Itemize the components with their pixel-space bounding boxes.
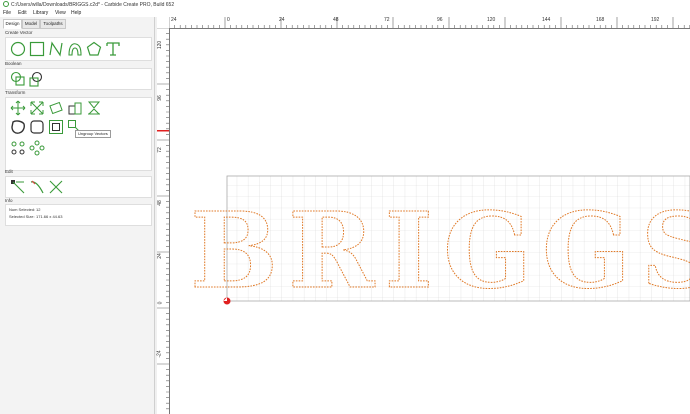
selected-size-value: 171.66 x 44.63 [36, 214, 63, 219]
ruler-y-label: 0 [157, 301, 164, 305]
move-tool-icon[interactable] [10, 100, 26, 116]
ruler-x-label: 192 [651, 17, 660, 23]
ruler-x-label: 24 [171, 17, 177, 23]
fillet-tool-icon[interactable] [29, 119, 45, 135]
menu-bar: File Edit Library View Help [0, 9, 690, 17]
ruler-y-label: 120 [157, 40, 164, 50]
trim-vectors-icon[interactable] [29, 179, 45, 195]
ruler-x-label: 0 [227, 17, 230, 23]
rotate-tool-icon[interactable] [48, 100, 64, 116]
edit-nodes-icon[interactable] [10, 179, 26, 195]
boolean-heading: Boolean [5, 61, 22, 66]
num-selected-value: 12 [36, 207, 41, 212]
ruler-x-label: 72 [384, 17, 390, 23]
ruler-x-label: 144 [542, 17, 551, 23]
ruler-y-label: 72 [156, 147, 163, 153]
num-selected-label: Num Selected: [9, 207, 36, 212]
offset-tool-icon[interactable] [10, 119, 26, 135]
info-panel: Num Selected: 12 Selected Size: 171.66 x… [5, 204, 152, 226]
align-tool-icon[interactable] [67, 100, 83, 116]
ruler-x-label: 120 [487, 17, 496, 23]
ruler-x-label: 48 [333, 17, 339, 23]
ruler-x-label: 168 [596, 17, 605, 23]
vector-text-outline[interactable]: BRIGGS [190, 189, 690, 313]
workspace: 24 0 24 48 72 96 120 144 168 192 120 96 … [157, 17, 690, 414]
app-icon [3, 1, 9, 7]
ruler-y-label: 24 [156, 253, 163, 259]
rectangle-tool-icon[interactable] [29, 41, 45, 57]
ruler-x-label: 96 [437, 17, 443, 23]
tab-design[interactable]: Design [3, 19, 22, 29]
ruler-y-label: -24 [156, 350, 163, 358]
menu-view[interactable]: View [55, 10, 66, 16]
design-canvas[interactable]: BRIGGS [170, 29, 690, 414]
info-heading: Info [5, 198, 13, 203]
title-bar: C:/Users/willa/Downloads/BRIGGS.c2d* - C… [0, 0, 690, 9]
text-tool-icon[interactable] [105, 41, 121, 57]
circular-array-icon[interactable] [29, 140, 45, 156]
polyline-tool-icon[interactable] [48, 41, 64, 57]
menu-edit[interactable]: Edit [18, 10, 27, 16]
transform-heading: Transform [5, 90, 26, 95]
sidebar: Design Model Toolpaths Create Vector Boo… [0, 17, 155, 414]
group-vectors-icon[interactable] [48, 119, 64, 135]
tab-toolpaths[interactable]: Toolpaths [40, 19, 66, 29]
curve-tool-icon[interactable] [67, 41, 83, 57]
mirror-tool-icon[interactable] [86, 100, 102, 116]
horizontal-ruler: 24 0 24 48 72 96 120 144 168 192 [169, 17, 690, 29]
horizontal-ruler-ticks [169, 17, 690, 28]
array-tool-icon[interactable] [10, 140, 26, 156]
boolean-panel [5, 68, 152, 90]
cut-vector-icon[interactable] [48, 179, 64, 195]
tab-model[interactable]: Model [22, 19, 40, 29]
create-vector-heading: Create Vector [5, 30, 33, 35]
menu-file[interactable]: File [3, 10, 11, 16]
menu-library[interactable]: Library [33, 10, 48, 16]
menu-help[interactable]: Help [71, 10, 81, 16]
polygon-tool-icon[interactable] [86, 41, 102, 57]
boolean-union-icon[interactable] [10, 71, 26, 87]
window-title: C:/Users/willa/Downloads/BRIGGS.c2d* - C… [11, 1, 175, 8]
vertical-ruler: 120 96 72 48 24 0 -24 [157, 28, 170, 414]
ruler-x-label: 24 [279, 17, 285, 23]
ruler-y-label: 96 [156, 95, 163, 101]
boolean-subtract-icon[interactable] [28, 71, 44, 87]
circle-tool-icon[interactable] [10, 41, 26, 57]
edit-heading: Edit [5, 169, 13, 174]
scale-tool-icon[interactable] [29, 100, 45, 116]
cursor-position-marker [157, 130, 169, 132]
selected-size-label: Selected Size: [9, 214, 35, 219]
ungroup-tooltip: Ungroup Vectors [75, 130, 111, 138]
edit-panel [5, 176, 152, 198]
ruler-corner [157, 17, 169, 28]
ruler-y-label: 48 [156, 200, 163, 206]
create-vector-panel [5, 37, 152, 61]
